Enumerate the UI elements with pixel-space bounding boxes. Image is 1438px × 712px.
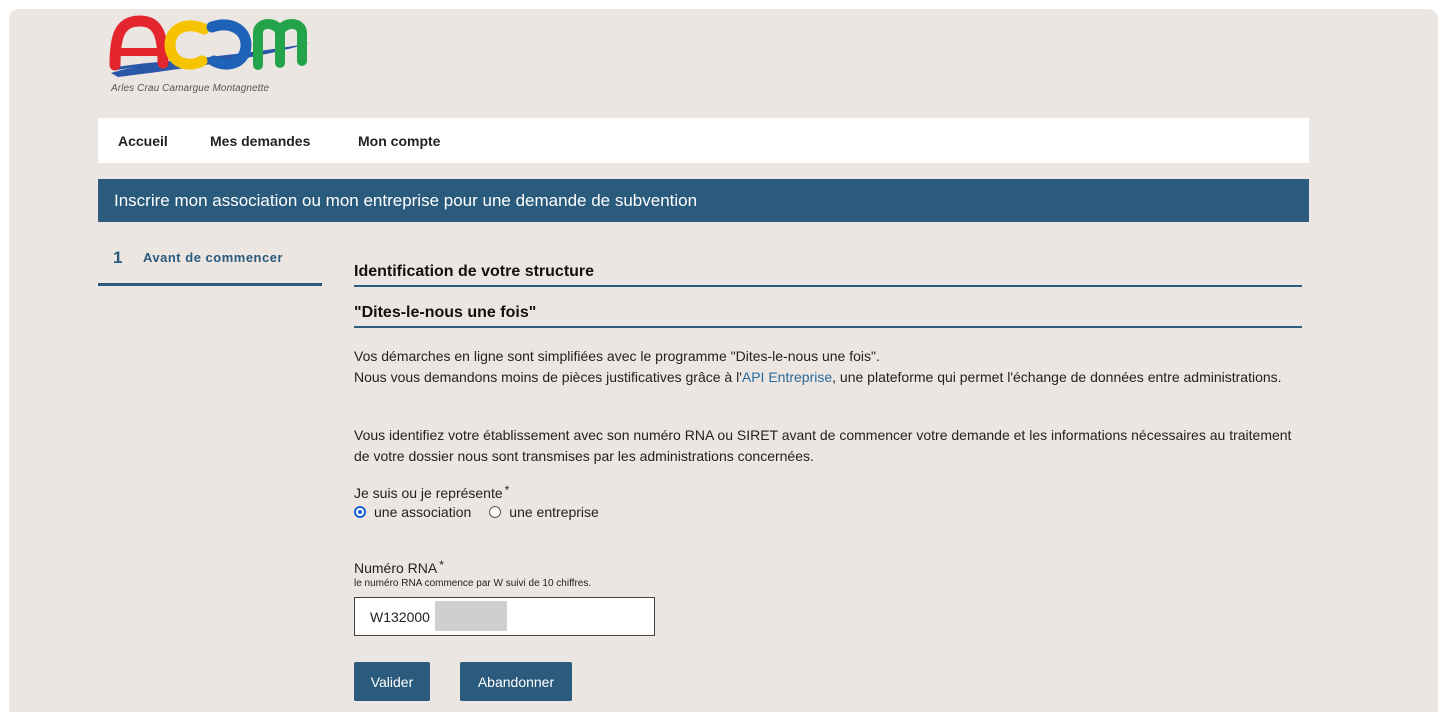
intro-line-2-post: , une plateforme qui permet l'échange de…: [832, 369, 1282, 385]
redaction-block: [435, 601, 507, 631]
radio-entreprise[interactable]: [489, 506, 502, 518]
rna-hint: le numéro RNA commence par W suivi de 10…: [354, 578, 592, 589]
intro-line-2-pre: Nous vous demandons moins de pièces just…: [354, 369, 742, 385]
rna-label: Numéro RNA *: [354, 558, 444, 576]
api-entreprise-link[interactable]: API Entreprise: [742, 369, 832, 385]
nav-item-accueil[interactable]: Accueil: [118, 133, 168, 149]
intro-line-1: Vos démarches en ligne sont simplifiées …: [354, 348, 880, 364]
main-nav: Accueil Mes demandes Mon compte: [98, 118, 1309, 163]
radio-association-label[interactable]: une association: [374, 504, 471, 520]
section-title-dites-le-nous: "Dites-le-nous une fois": [354, 304, 1302, 328]
section-title-identification: Identification de votre structure: [354, 263, 1302, 287]
nav-item-mes-demandes[interactable]: Mes demandes: [210, 133, 310, 149]
rna-label-text: Numéro RNA: [354, 560, 438, 576]
step-label: Avant de commencer: [143, 250, 284, 265]
radio-entreprise-label[interactable]: une entreprise: [509, 504, 599, 520]
required-asterisk: *: [439, 558, 444, 572]
page-title-banner: Inscrire mon association ou mon entrepri…: [98, 179, 1309, 222]
intro-text: Vos démarches en ligne sont simplifiées …: [354, 346, 1294, 388]
page-title: Inscrire mon association ou mon entrepri…: [114, 191, 698, 210]
radio-association[interactable]: [354, 506, 366, 518]
step-number: 1: [113, 248, 123, 267]
validate-button[interactable]: Valider: [354, 662, 430, 701]
structure-label-text: Je suis ou je représente: [354, 485, 503, 501]
step-avant-de-commencer[interactable]: 1 Avant de commencer: [98, 245, 322, 286]
structure-label: Je suis ou je représente *: [354, 483, 509, 501]
required-asterisk: *: [504, 483, 510, 497]
nav-item-mon-compte[interactable]: Mon compte: [358, 133, 440, 149]
logo-caption: Arles Crau Camargue Montagnette: [111, 83, 270, 94]
cancel-button[interactable]: Abandonner: [460, 662, 572, 701]
structure-radio-group: une association une entreprise: [354, 504, 599, 520]
rna-input-value: W132000: [370, 609, 430, 625]
identify-text: Vous identifiez votre établissement avec…: [354, 427, 1292, 464]
rna-input[interactable]: W132000: [354, 597, 655, 636]
